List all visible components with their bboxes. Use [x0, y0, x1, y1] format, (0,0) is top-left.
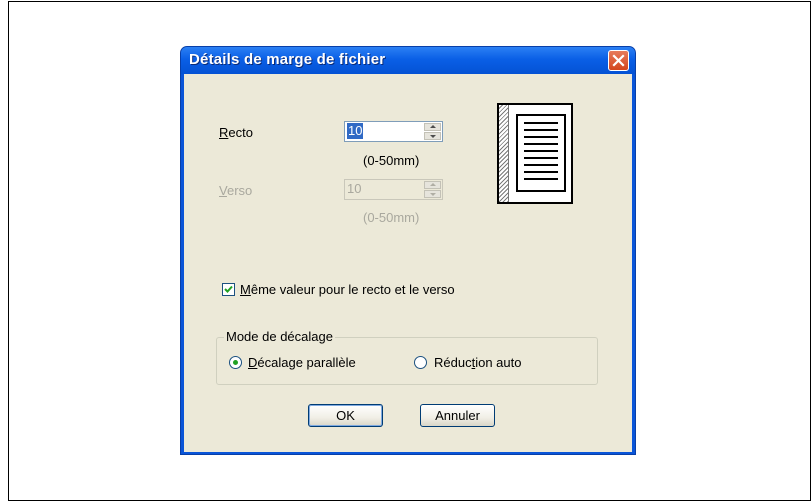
parallel-offset-label[interactable]: Décalage parallèle: [248, 355, 356, 370]
recto-decrement-button[interactable]: [424, 132, 441, 140]
verso-range-hint: (0-50mm): [363, 210, 420, 225]
auto-reduction-label[interactable]: Réduction auto: [434, 355, 521, 370]
cancel-button[interactable]: Annuler: [420, 404, 495, 427]
dialog-title: Détails de marge de fichier: [189, 51, 386, 68]
radio-selected-dot: [233, 360, 238, 365]
margin-details-dialog: Détails de marge de fichier Recto 10 (0-…: [180, 46, 636, 455]
binding-margin-hatch: [499, 105, 509, 202]
checkmark-icon: [224, 285, 233, 293]
title-bar[interactable]: Détails de marge de fichier: [181, 47, 635, 74]
recto-increment-button[interactable]: [424, 123, 441, 131]
recto-label: Recto: [219, 125, 253, 140]
recto-range-hint: (0-50mm): [363, 153, 420, 168]
page-margin-preview-icon: [497, 103, 573, 204]
recto-spin-buttons[interactable]: [424, 123, 441, 140]
verso-decrement-button[interactable]: [424, 190, 441, 198]
recto-spinbox[interactable]: 10: [344, 121, 443, 142]
same-value-checkbox[interactable]: [222, 283, 235, 296]
verso-value: 10: [347, 181, 362, 196]
close-button[interactable]: [608, 50, 629, 71]
verso-spinbox[interactable]: 10: [344, 179, 443, 200]
parallel-offset-radio[interactable]: [229, 356, 242, 369]
offset-mode-group-title: Mode de décalage: [224, 329, 335, 344]
ok-button[interactable]: OK: [308, 404, 383, 427]
auto-reduction-radio[interactable]: [414, 356, 427, 369]
verso-label: Verso: [219, 183, 253, 198]
page-text-lines: [516, 114, 566, 192]
recto-value[interactable]: 10: [347, 123, 364, 139]
same-value-label[interactable]: Même valeur pour le recto et le verso: [240, 282, 455, 297]
close-icon: [612, 54, 625, 67]
dialog-client-area: Recto 10 (0-50mm) Verso 10 (0-50mm) Même…: [184, 74, 632, 452]
verso-increment-button[interactable]: [424, 181, 441, 189]
verso-spin-buttons[interactable]: [424, 181, 441, 198]
